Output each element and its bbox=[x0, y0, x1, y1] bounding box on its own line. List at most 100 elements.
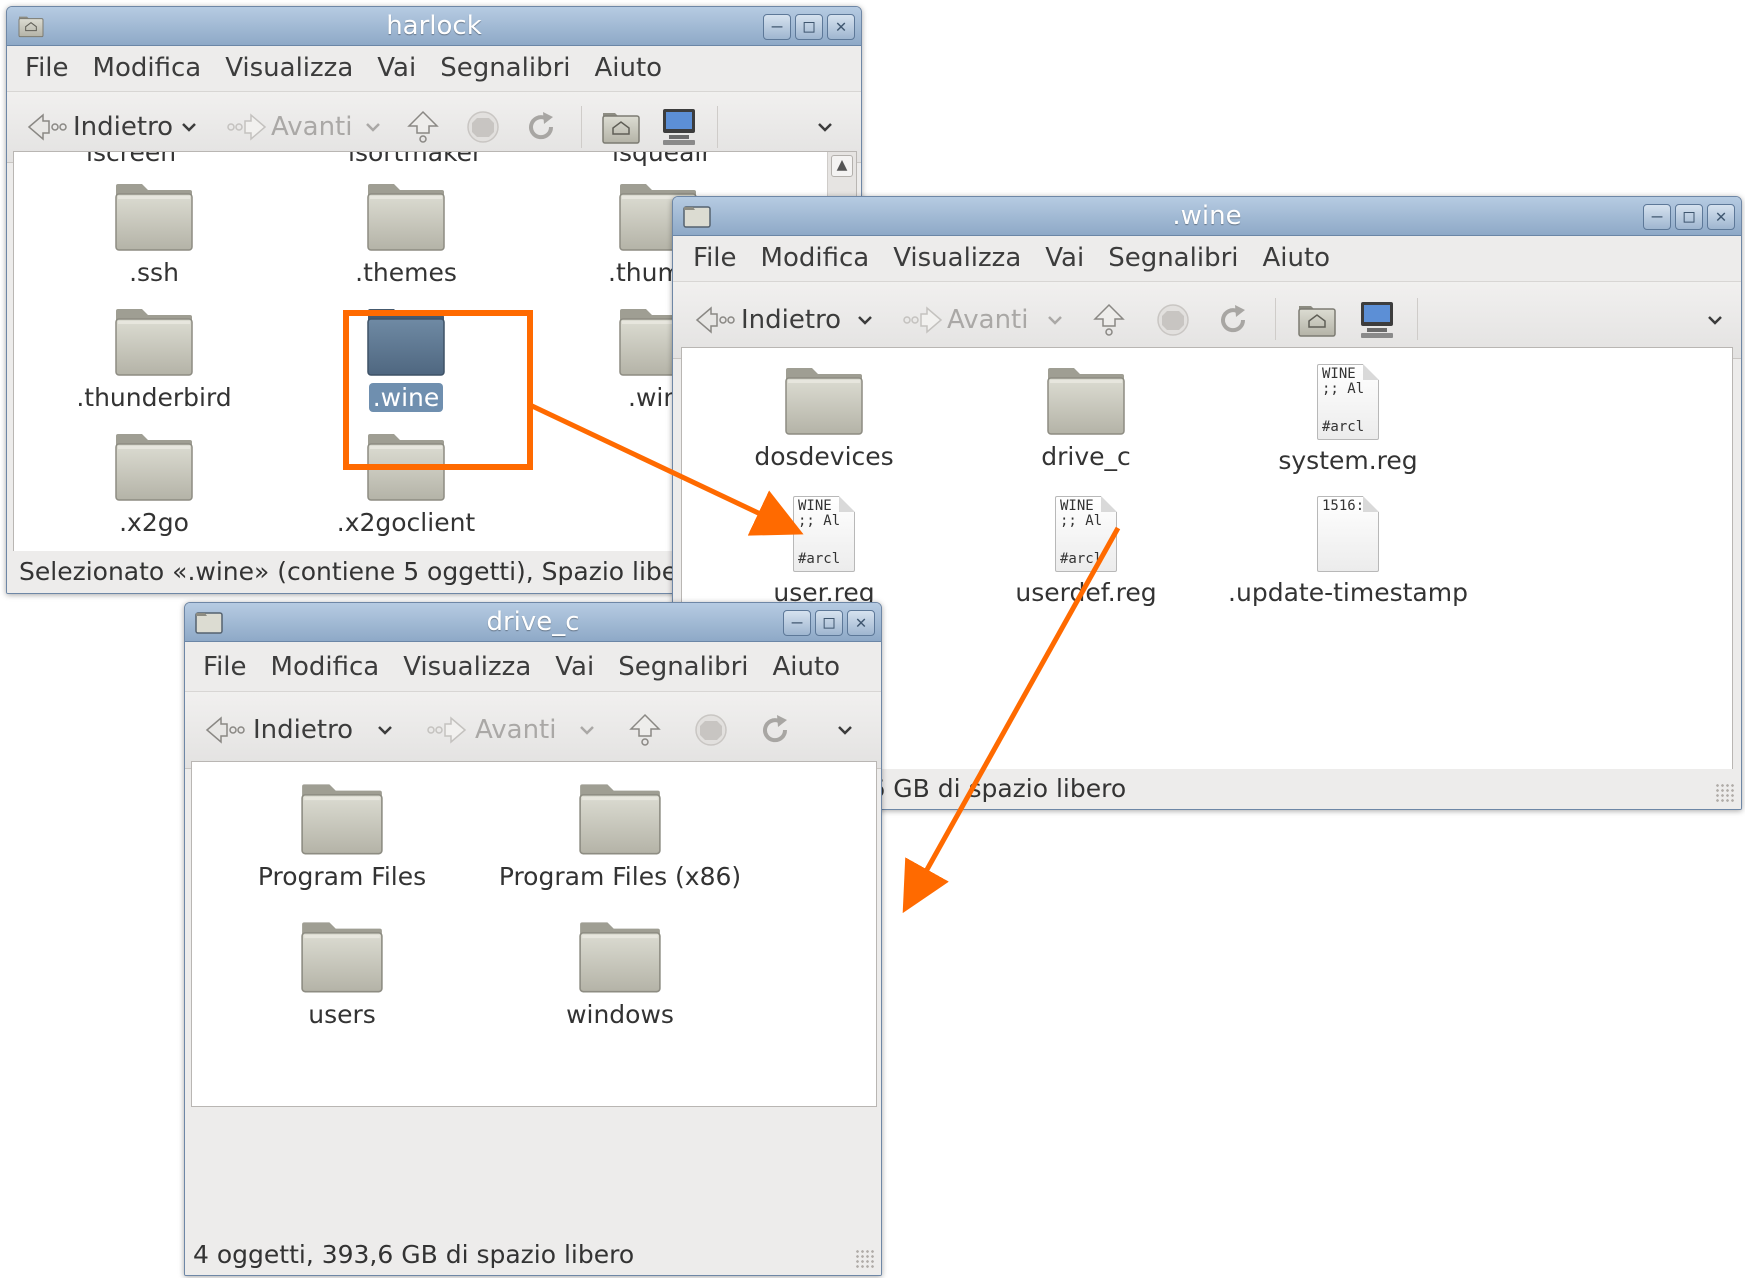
file-item[interactable]: WINE ;; Al #arcl user.reg bbox=[694, 496, 954, 607]
folder-icon bbox=[578, 782, 662, 856]
file-item[interactable]: .ssh bbox=[24, 182, 284, 287]
file-view[interactable]: Program Files Program Files (x86) users … bbox=[191, 761, 877, 1107]
maximize-button[interactable]: □ bbox=[815, 610, 843, 636]
forward-arrow-icon bbox=[225, 111, 269, 143]
menu-modifica[interactable]: Modifica bbox=[259, 652, 392, 682]
menu-file[interactable]: File bbox=[681, 243, 749, 273]
reload-button[interactable] bbox=[757, 692, 793, 768]
menu-file[interactable]: File bbox=[13, 53, 81, 83]
computer-icon bbox=[659, 107, 699, 147]
forward-label: Avanti bbox=[475, 715, 557, 745]
file-item[interactable]: 1516: .update-timestamp bbox=[1218, 496, 1478, 607]
maximize-button[interactable]: □ bbox=[1675, 204, 1703, 230]
close-button[interactable]: ✕ bbox=[827, 14, 855, 40]
stop-icon bbox=[693, 712, 729, 748]
close-button[interactable]: ✕ bbox=[847, 610, 875, 636]
cut-off-label: lscreen bbox=[86, 151, 177, 167]
reload-icon bbox=[757, 712, 793, 748]
up-icon bbox=[627, 712, 663, 748]
toolbar-separator bbox=[717, 106, 718, 148]
minimize-button[interactable]: – bbox=[763, 14, 791, 40]
titlebar[interactable]: harlock – □ ✕ bbox=[7, 7, 861, 46]
menu-aiuto[interactable]: Aiuto bbox=[1250, 243, 1342, 273]
menu-vai[interactable]: Vai bbox=[1033, 243, 1096, 273]
folder-icon bbox=[366, 432, 446, 502]
file-item[interactable]: .thunderbird bbox=[24, 307, 284, 412]
computer-icon bbox=[1357, 300, 1397, 340]
window-title: drive_c bbox=[486, 607, 580, 637]
home-folder-icon bbox=[1297, 302, 1337, 338]
file-item[interactable]: .x2goclient bbox=[276, 432, 536, 537]
menu-segnalibri[interactable]: Segnalibri bbox=[428, 53, 582, 83]
file-item[interactable]: WINE ;; Al #arcl userdef.reg bbox=[956, 496, 1216, 607]
menu-vai[interactable]: Vai bbox=[543, 652, 606, 682]
file-item[interactable]: windows bbox=[490, 920, 750, 1029]
resize-grip[interactable] bbox=[855, 1249, 875, 1269]
back-button[interactable]: Indietro bbox=[203, 692, 353, 768]
file-item[interactable]: drive_c bbox=[956, 366, 1216, 471]
chevron-down-icon bbox=[815, 117, 835, 137]
toolbar-separator bbox=[581, 106, 582, 148]
file-item[interactable]: dosdevices bbox=[694, 366, 954, 471]
menu-vai[interactable]: Vai bbox=[365, 53, 428, 83]
stop-icon bbox=[465, 109, 501, 145]
folder-icon bbox=[1046, 366, 1126, 436]
menu-aiuto[interactable]: Aiuto bbox=[582, 53, 674, 83]
file-name: userdef.reg bbox=[1015, 578, 1157, 607]
titlebar[interactable]: drive_c – □ ✕ bbox=[185, 603, 881, 642]
menubar: File Modifica Visualizza Vai Segnalibri … bbox=[7, 46, 861, 90]
back-arrow-icon bbox=[693, 304, 737, 336]
back-history-dropdown[interactable] bbox=[375, 692, 395, 768]
titlebar[interactable]: .wine – □ ✕ bbox=[673, 197, 1741, 236]
menu-visualizza[interactable]: Visualizza bbox=[881, 243, 1033, 273]
file-item[interactable]: Program Files bbox=[212, 782, 472, 891]
file-name: users bbox=[308, 1000, 376, 1029]
chevron-down-icon bbox=[179, 117, 199, 137]
stop-button[interactable] bbox=[693, 692, 729, 768]
forward-label: Avanti bbox=[271, 112, 353, 142]
file-item[interactable]: Program Files (x86) bbox=[490, 782, 750, 891]
file-item[interactable]: WINE ;; Al #arcl system.reg bbox=[1218, 364, 1478, 475]
maximize-button[interactable]: □ bbox=[795, 14, 823, 40]
minimize-button[interactable]: – bbox=[783, 610, 811, 636]
stop-icon bbox=[1155, 302, 1191, 338]
file-item-selected[interactable]: .wine bbox=[276, 307, 536, 412]
resize-grip[interactable] bbox=[1715, 783, 1735, 803]
menu-file[interactable]: File bbox=[191, 652, 259, 682]
scroll-up-arrow-icon[interactable]: ▲ bbox=[831, 155, 853, 177]
forward-history-dropdown[interactable] bbox=[577, 692, 597, 768]
window-drive-c: drive_c – □ ✕ File Modifica Visualizza V… bbox=[184, 602, 882, 1276]
menu-visualizza[interactable]: Visualizza bbox=[391, 652, 543, 682]
forward-button[interactable]: Avanti bbox=[425, 692, 556, 768]
file-name: .x2go bbox=[119, 508, 189, 537]
reload-icon bbox=[1215, 302, 1251, 338]
minimize-button[interactable]: – bbox=[1643, 204, 1671, 230]
menu-segnalibri[interactable]: Segnalibri bbox=[606, 652, 760, 682]
file-item[interactable]: .themes bbox=[276, 182, 536, 287]
menu-aiuto[interactable]: Aiuto bbox=[760, 652, 852, 682]
status-bar: 4 oggetti, 393,6 GB di spazio libero bbox=[185, 1235, 881, 1275]
text-file-icon: 1516: bbox=[1317, 496, 1379, 572]
menu-visualizza[interactable]: Visualizza bbox=[213, 53, 365, 83]
forward-arrow-icon bbox=[425, 714, 469, 746]
toolbar-overflow-button[interactable] bbox=[835, 692, 855, 768]
folder-icon bbox=[300, 920, 384, 994]
menu-segnalibri[interactable]: Segnalibri bbox=[1096, 243, 1250, 273]
file-name: .thunderbird bbox=[76, 383, 232, 412]
registry-file-icon: WINE ;; Al #arcl bbox=[1055, 496, 1117, 572]
menu-modifica[interactable]: Modifica bbox=[749, 243, 882, 273]
file-item[interactable]: users bbox=[212, 920, 472, 1029]
close-button[interactable]: ✕ bbox=[1707, 204, 1735, 230]
back-arrow-icon bbox=[203, 714, 247, 746]
file-item[interactable]: .x2go bbox=[24, 432, 284, 537]
back-label: Indietro bbox=[253, 715, 354, 745]
chevron-down-icon bbox=[835, 720, 855, 740]
forward-label: Avanti bbox=[947, 305, 1029, 335]
menu-modifica[interactable]: Modifica bbox=[81, 53, 214, 83]
folder-icon bbox=[300, 782, 384, 856]
reload-icon bbox=[523, 109, 559, 145]
file-name: windows bbox=[566, 1000, 674, 1029]
up-icon bbox=[405, 109, 441, 145]
file-name: .update-timestamp bbox=[1228, 578, 1468, 607]
up-button[interactable] bbox=[627, 692, 663, 768]
